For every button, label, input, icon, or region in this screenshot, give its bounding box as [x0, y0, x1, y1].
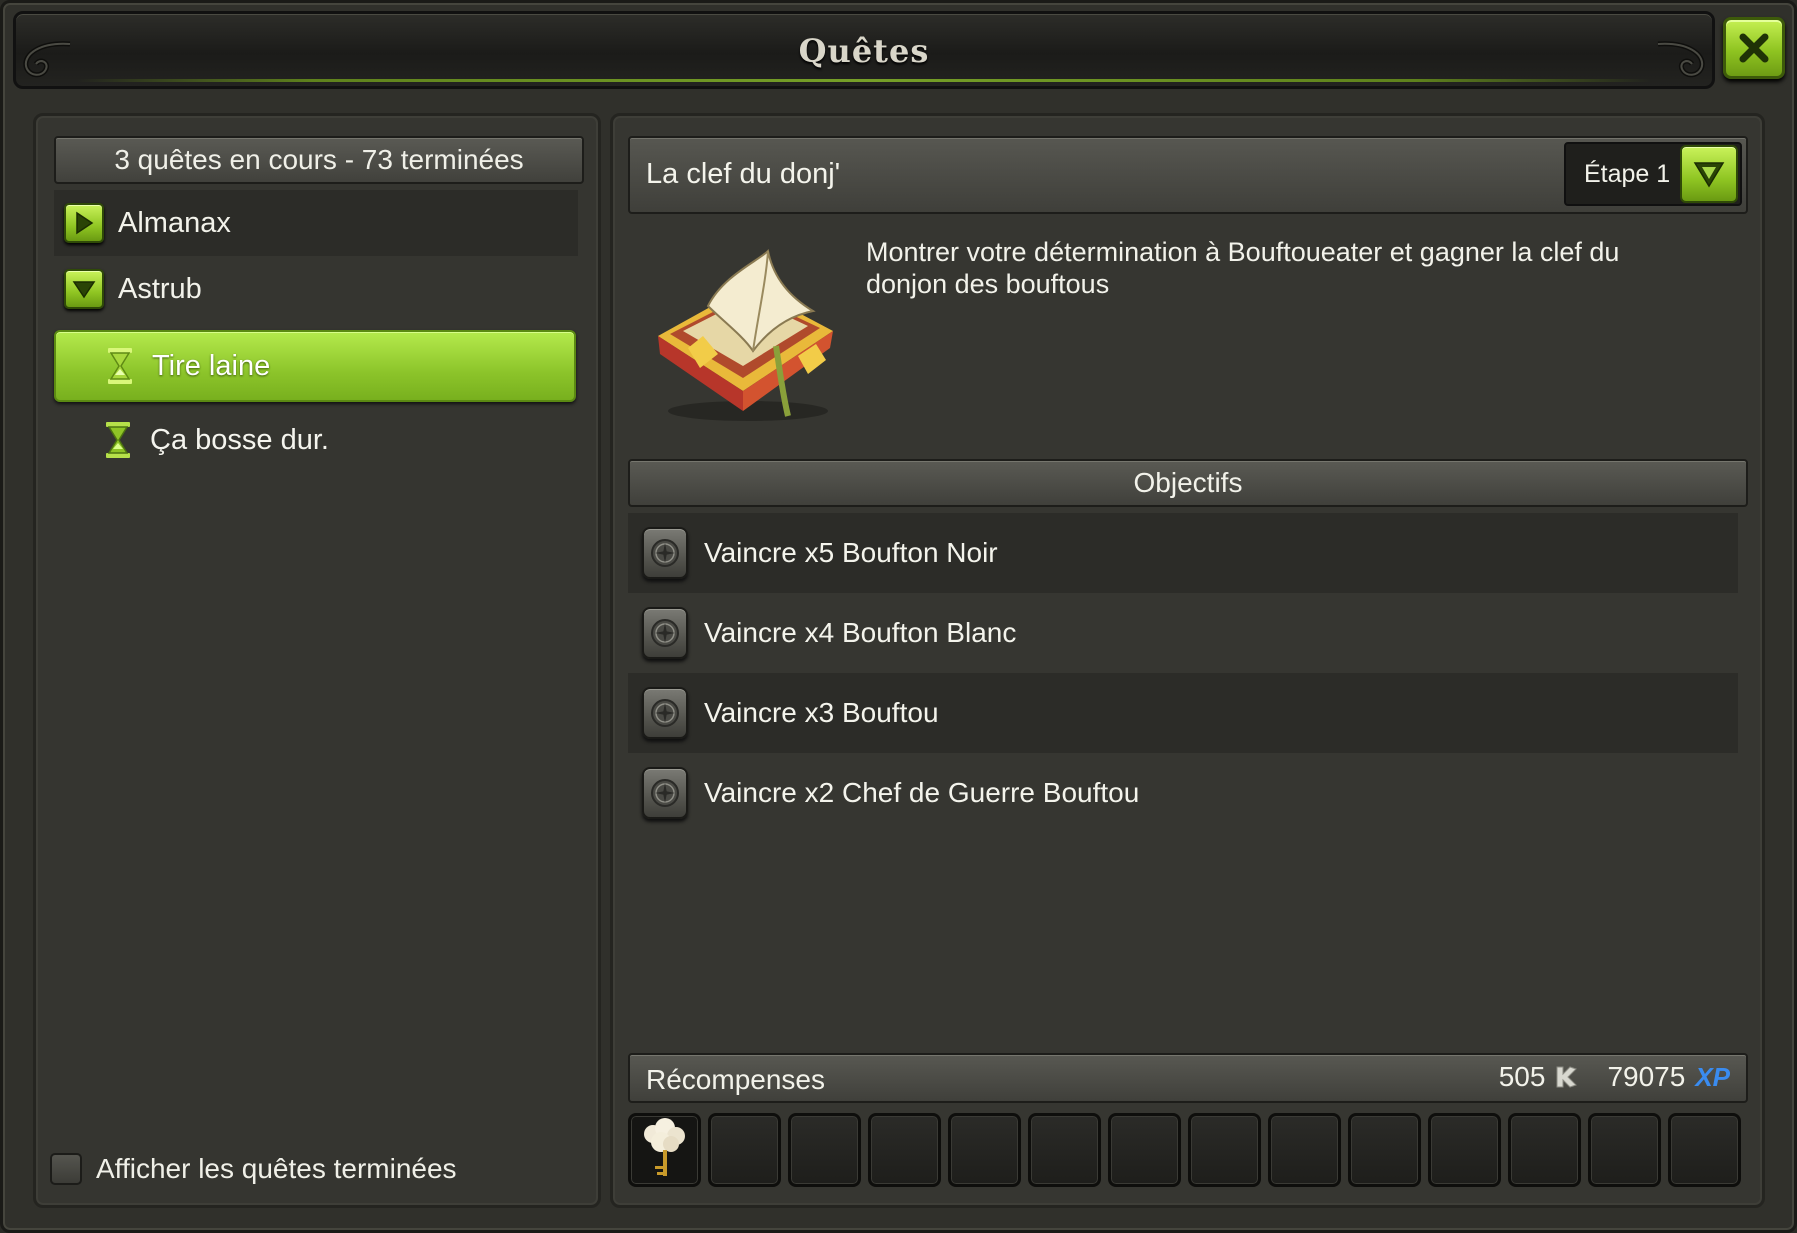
step-selector[interactable]: Étape 1	[1564, 142, 1742, 206]
kamas-amount: 505	[1498, 1061, 1546, 1092]
empty-reward-slot[interactable]	[1668, 1113, 1741, 1187]
objective-row[interactable]: Vaincre x3 Bouftou	[628, 673, 1738, 753]
quest-title: La clef du donj'	[646, 158, 841, 190]
window-title: Quêtes	[798, 32, 930, 70]
rewards-bar: Récompenses 505 79075 XP	[628, 1053, 1748, 1103]
quest-label: Ça bosse dur.	[150, 423, 329, 456]
empty-reward-slot[interactable]	[1108, 1113, 1181, 1187]
quest-detail-panel: La clef du donj' Étape 1 Montrer votre d…	[610, 113, 1765, 1208]
step-label: Étape 1	[1584, 159, 1671, 188]
quest-book-icon	[658, 248, 833, 421]
empty-reward-slot[interactable]	[788, 1113, 861, 1187]
category-almanax[interactable]: Almanax	[54, 190, 578, 256]
empty-reward-slot[interactable]	[1188, 1113, 1261, 1187]
category-astrub[interactable]: Astrub	[54, 256, 578, 322]
rewards-values: 505 79075 XP	[1499, 1061, 1730, 1093]
close-x-icon	[1739, 33, 1769, 63]
empty-reward-slot[interactable]	[948, 1113, 1021, 1187]
collapse-down-arrow-icon[interactable]	[64, 269, 104, 309]
objective-label: Vaincre x5 Boufton Noir	[704, 537, 998, 568]
ornament-curl-icon	[1657, 41, 1705, 78]
rewards-label: Récompenses	[646, 1064, 825, 1095]
reward-item-slots	[628, 1113, 1748, 1187]
compass-objective-icon[interactable]	[642, 687, 688, 739]
quest-summary: 3 quêtes en cours - 73 terminées	[54, 136, 584, 184]
empty-reward-slot[interactable]	[708, 1113, 781, 1187]
quest-description: Montrer votre détermination à Bouftoueat…	[866, 237, 1620, 299]
empty-reward-slot[interactable]	[1028, 1113, 1101, 1187]
close-button[interactable]	[1723, 17, 1785, 79]
xp-label: XP	[1695, 1061, 1730, 1092]
quest-header: La clef du donj' Étape 1	[628, 136, 1748, 214]
show-completed-checkbox[interactable]	[50, 1153, 82, 1185]
compass-objective-icon[interactable]	[642, 767, 688, 819]
empty-reward-slot[interactable]	[1268, 1113, 1341, 1187]
title-bar: Quêtes	[13, 11, 1715, 89]
hourglass-icon	[106, 422, 130, 458]
dropdown-arrow-icon[interactable]	[1680, 145, 1738, 203]
empty-reward-slot[interactable]	[868, 1113, 941, 1187]
empty-reward-slot[interactable]	[1508, 1113, 1581, 1187]
objective-label: Vaincre x3 Bouftou	[704, 697, 939, 728]
objective-row[interactable]: Vaincre x2 Chef de Guerre Bouftou	[628, 753, 1738, 833]
objective-row[interactable]: Vaincre x5 Boufton Noir	[628, 513, 1738, 593]
show-completed-row[interactable]: Afficher les quêtes terminées	[50, 1145, 550, 1193]
hourglass-icon	[108, 348, 132, 384]
expand-right-arrow-icon[interactable]	[64, 203, 104, 243]
show-completed-label: Afficher les quêtes terminées	[96, 1153, 457, 1184]
quest-item-ca-bosse-dur[interactable]: Ça bosse dur.	[54, 404, 576, 476]
empty-reward-slot[interactable]	[1348, 1113, 1421, 1187]
empty-reward-slot[interactable]	[1588, 1113, 1661, 1187]
objective-row[interactable]: Vaincre x4 Boufton Blanc	[628, 593, 1738, 673]
objectives-header: Objectifs	[628, 459, 1748, 507]
quests-window: Quêtes 3 quêtes en cours - 73 terminées …	[0, 0, 1797, 1233]
quest-list-panel: 3 quêtes en cours - 73 terminées Almanax…	[33, 113, 601, 1208]
objective-label: Vaincre x2 Chef de Guerre Bouftou	[704, 777, 1140, 808]
category-label: Astrub	[118, 272, 202, 305]
wool-key-icon	[644, 1118, 685, 1176]
compass-objective-icon[interactable]	[642, 527, 688, 579]
quest-label: Tire laine	[152, 349, 271, 382]
xp-amount: 79075	[1607, 1061, 1686, 1092]
category-label: Almanax	[118, 206, 231, 239]
compass-objective-icon[interactable]	[642, 607, 688, 659]
kamas-icon	[1556, 1066, 1578, 1088]
quest-item-tire-laine[interactable]: Tire laine	[54, 330, 576, 402]
reward-slot[interactable]	[628, 1113, 701, 1187]
empty-reward-slot[interactable]	[1428, 1113, 1501, 1187]
objective-label: Vaincre x4 Boufton Blanc	[704, 617, 1017, 648]
